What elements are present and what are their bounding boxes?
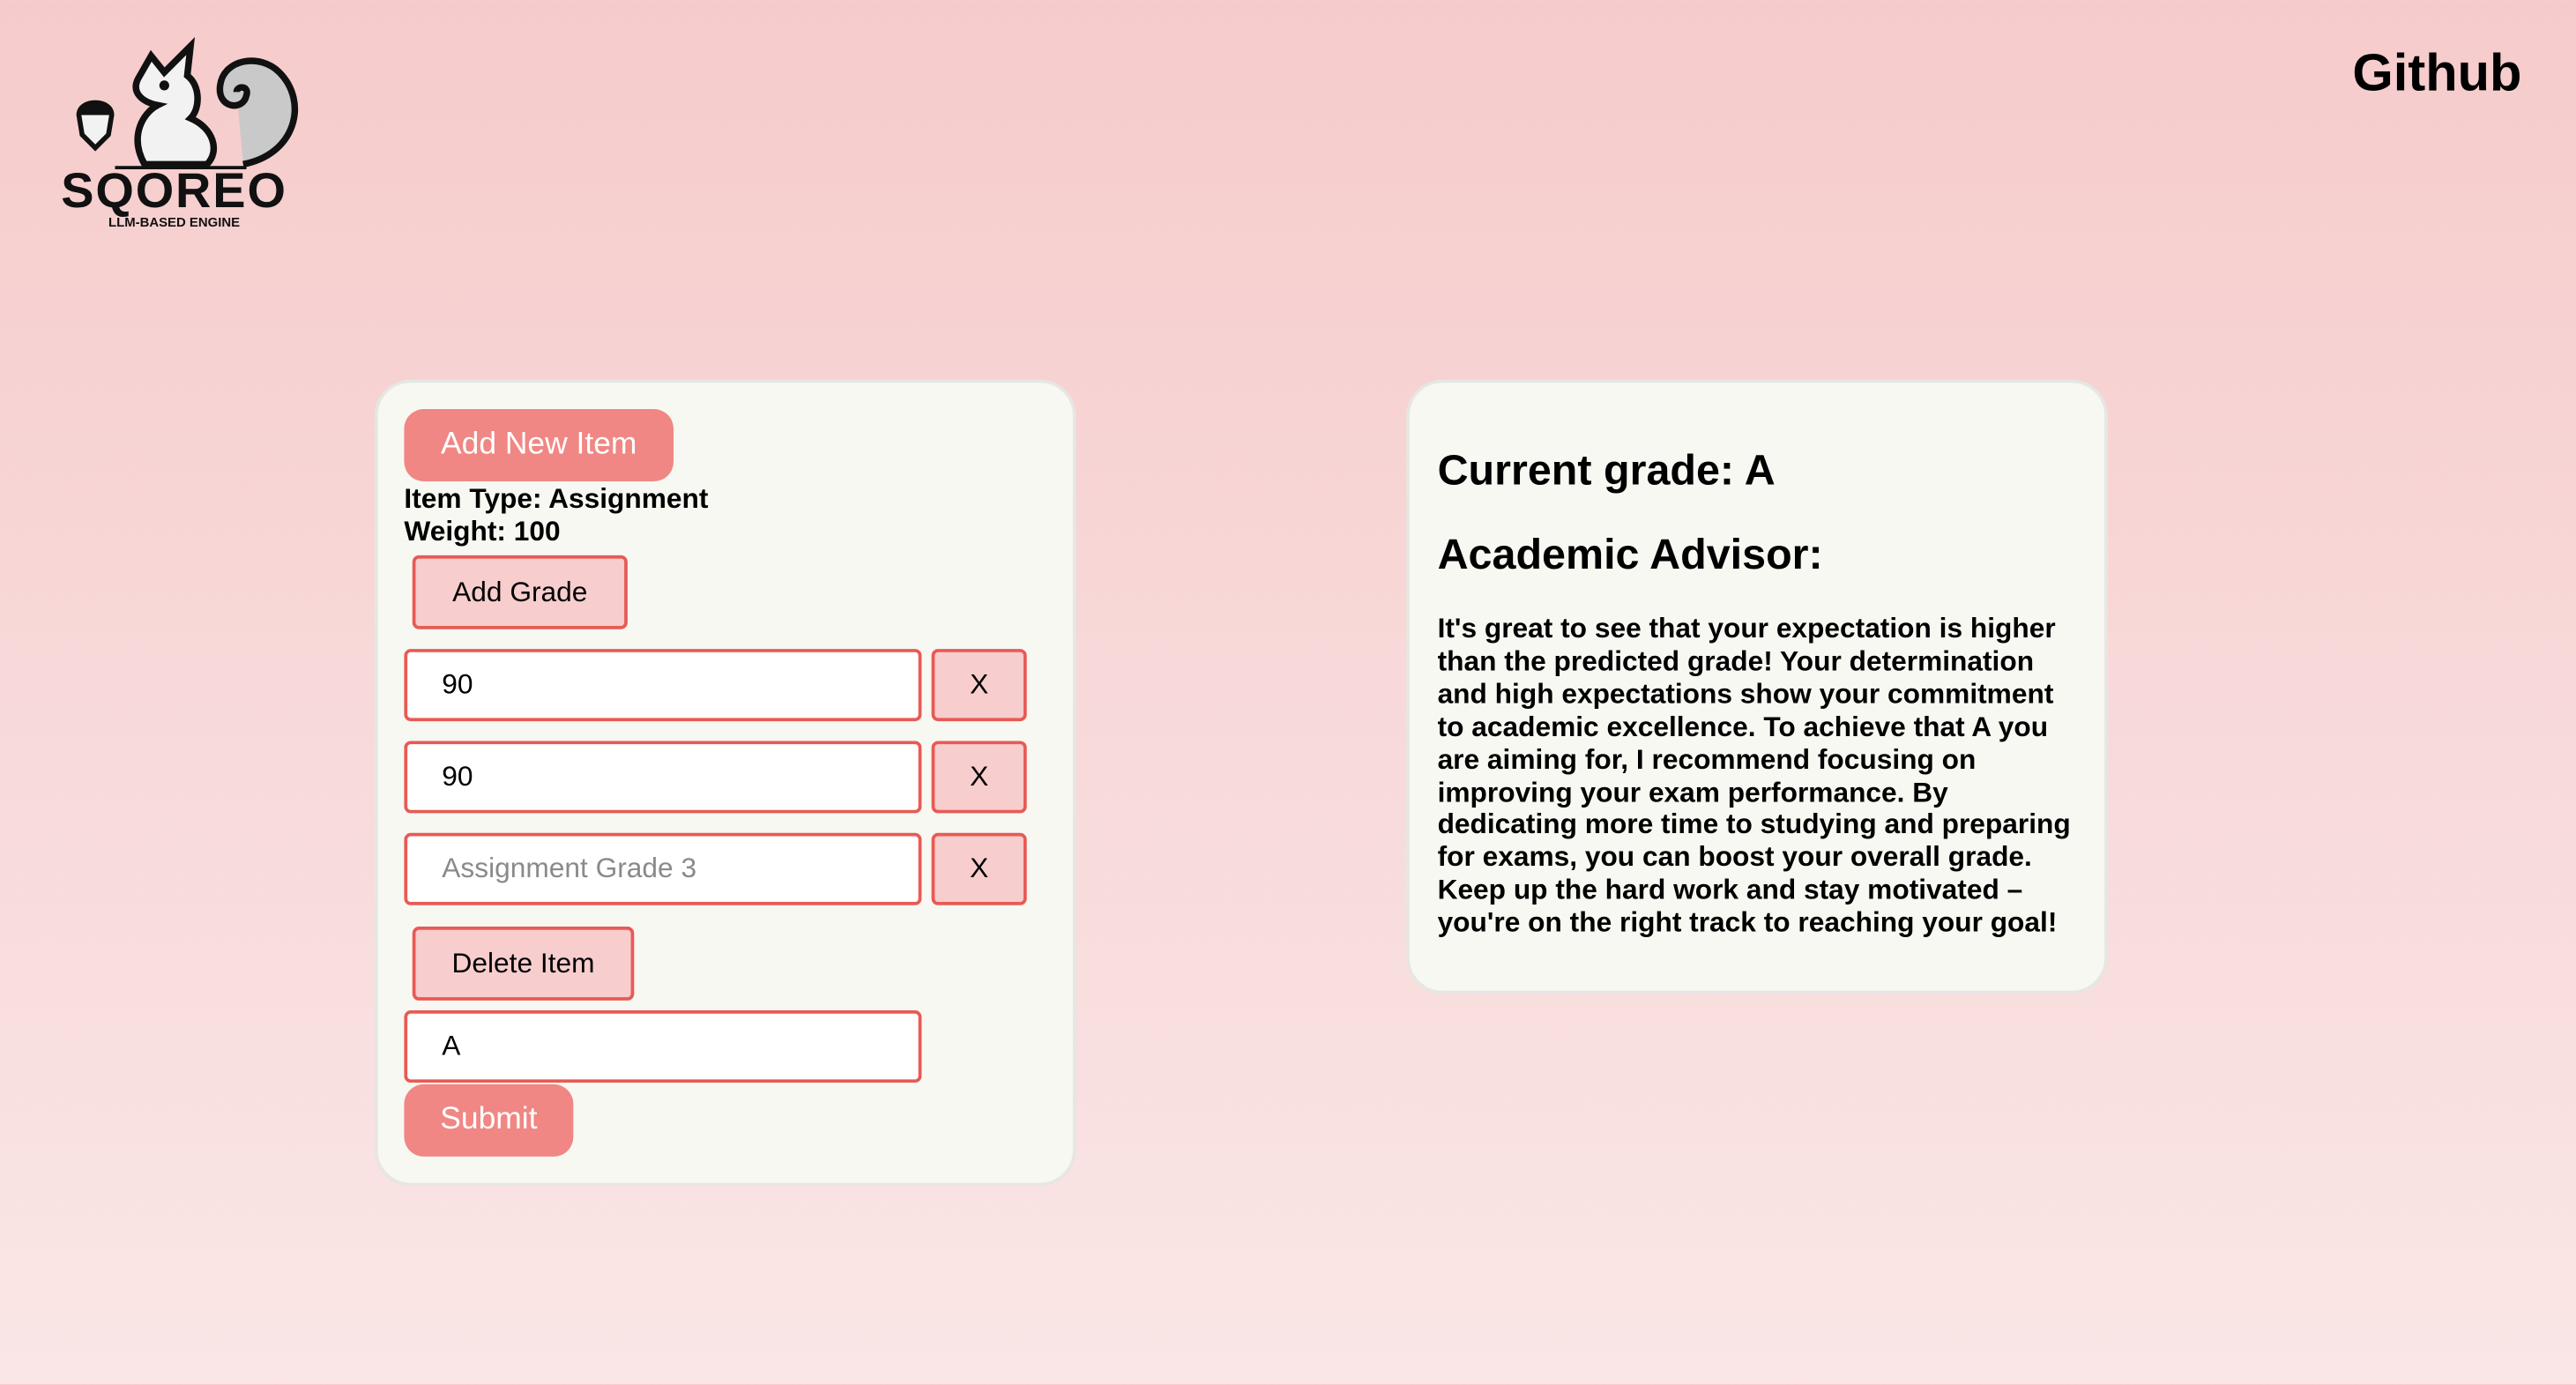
- delete-item-button[interactable]: Delete Item: [412, 927, 635, 1001]
- remove-grade-2-button[interactable]: X: [931, 741, 1027, 814]
- remove-grade-1-button[interactable]: X: [931, 649, 1027, 722]
- item-type-label: Item Type: Assignment: [404, 482, 709, 515]
- grade-input-1[interactable]: [404, 649, 922, 722]
- add-new-item-button[interactable]: Add New Item: [404, 409, 674, 482]
- grade-input-3[interactable]: [404, 832, 922, 905]
- submit-button[interactable]: Submit: [404, 1083, 574, 1157]
- grade-input-2[interactable]: [404, 741, 922, 814]
- sqoreo-logo[interactable]: SQOREO LLM-BASED ENGINE: [49, 36, 299, 234]
- remove-grade-3-button[interactable]: X: [931, 832, 1027, 905]
- result-card: Current grade: A Academic Advisor: It's …: [1406, 379, 2108, 994]
- logo-title: SQOREO: [61, 164, 287, 219]
- grade-form-card: Add New Item Item Type: Assignment Weigh…: [374, 379, 1076, 1187]
- current-grade-heading: Current grade: A: [1437, 445, 1776, 495]
- expected-grade-input[interactable]: [404, 1010, 922, 1083]
- advisor-heading: Academic Advisor:: [1437, 529, 1823, 578]
- logo-subtitle: LLM-BASED ENGINE: [108, 215, 241, 230]
- advisor-message: It's great to see that your expectation …: [1437, 613, 2071, 939]
- github-link[interactable]: Github: [2352, 42, 2521, 103]
- weight-label: Weight: 100: [404, 516, 561, 547]
- add-grade-button[interactable]: Add Grade: [412, 555, 628, 629]
- squirrel-logo-icon: [76, 37, 299, 169]
